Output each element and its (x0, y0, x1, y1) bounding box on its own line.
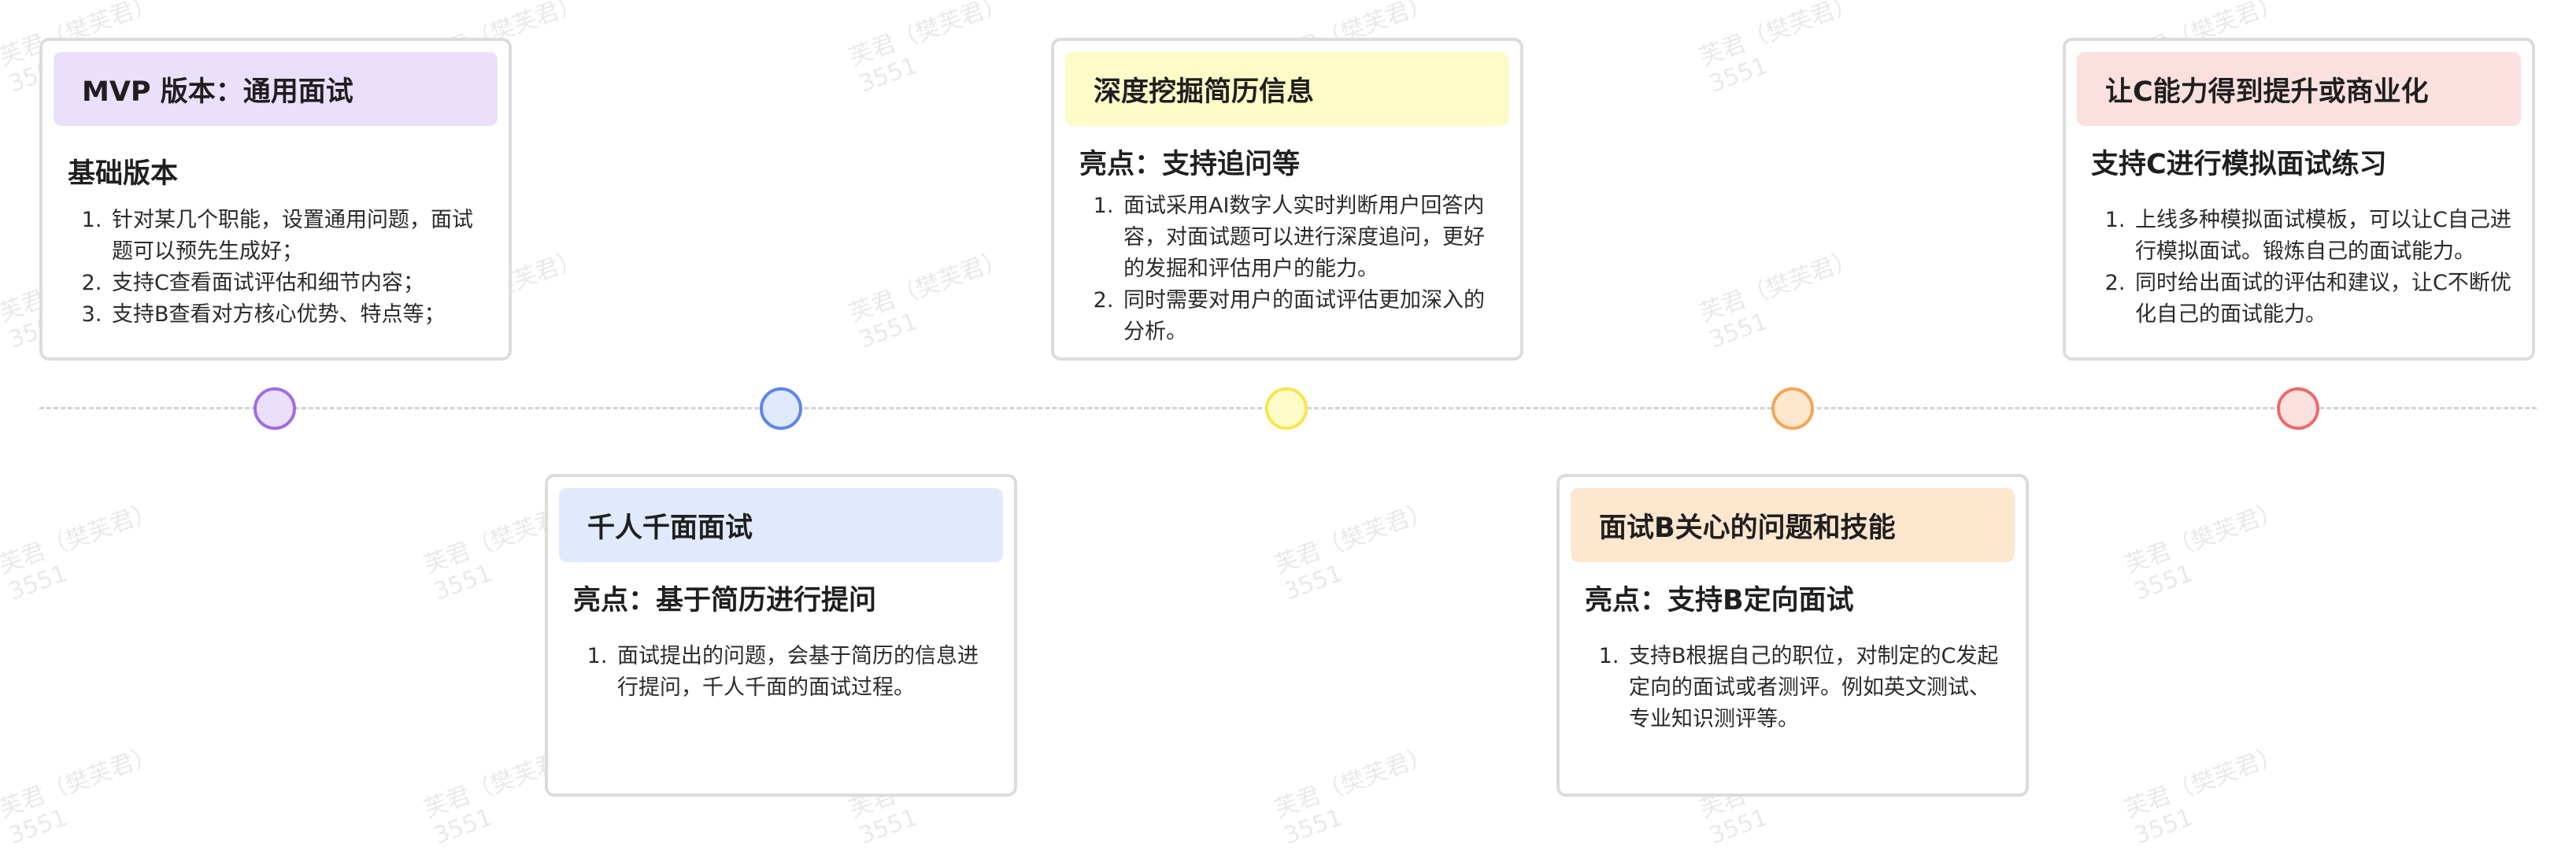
stage-title: 千人千面面试 (587, 512, 753, 544)
stage-item: 面试提出的问题，会基于简历的信息进行提问，千人千面的面试过程。 (614, 641, 995, 704)
stage-item: 支持C查看面试评估和细节内容； (109, 268, 490, 299)
watermark: 芙君（樊芙君）3551 (2121, 497, 2286, 606)
timeline-node-2 (760, 387, 802, 430)
watermark: 芙君（樊芙君）3551 (1696, 0, 1861, 98)
stage-item: 同时给出面试的评估和建议，让C不断优化自己的面试能力。 (2132, 268, 2513, 331)
stage-subtitle: 支持C进行模拟面试练习 (2091, 149, 2387, 180)
stage-item-list: 针对某几个职能，设置通用问题，面试题可以预先生成好； 支持C查看面试评估和细节内… (72, 205, 490, 331)
stage-card-header: 面试B关心的问题和技能 (1571, 488, 2015, 562)
stage-subtitle: 亮点：支持追问等 (1079, 149, 1301, 180)
stage-item: 针对某几个职能，设置通用问题，面试题可以预先生成好； (109, 205, 490, 268)
stage-item-list: 面试提出的问题，会基于简历的信息进行提问，千人千面的面试过程。 (578, 641, 995, 704)
watermark: 芙君（樊芙君）3551 (0, 497, 161, 606)
timeline-node-4 (1771, 387, 1814, 430)
stage-item-list: 上线多种模拟面试模板，可以让C自己进行模拟面试。锻炼自己的面试能力。 同时给出面… (2096, 205, 2513, 331)
stage-card-targeted: 面试B关心的问题和技能 亮点：支持B定向面试 支持B根据自己的职位，对制定的C发… (1556, 474, 2029, 797)
watermark: 芙君（樊芙君）3551 (846, 245, 1011, 354)
stage-subtitle: 基础版本 (68, 158, 179, 190)
stage-item: 同时需要对用户的面试评估更加深入的分析。 (1120, 285, 1501, 348)
watermark: 芙君（樊芙君）3551 (1271, 497, 1436, 606)
stage-subtitle: 亮点：支持B定向面试 (1585, 585, 1854, 616)
timeline-node-3 (1265, 387, 1308, 430)
stage-title: 深度挖掘简历信息 (1094, 76, 1315, 108)
stage-card-header: 让C能力得到提升或商业化 (2077, 52, 2521, 126)
stage-item-list: 面试采用AI数字人实时判断用户回答内容，对面试题可以进行深度追问，更好的发掘和评… (1084, 191, 1501, 348)
stage-item: 面试采用AI数字人实时判断用户回答内容，对面试题可以进行深度追问，更好的发掘和评… (1120, 191, 1501, 285)
stage-card-header: 千人千面面试 (559, 488, 1003, 562)
watermark: 芙君（樊芙君）3551 (846, 0, 1011, 98)
stage-item-list: 支持B根据自己的职位，对制定的C发起定向的面试或者测评。例如英文测试、专业知识测… (1590, 641, 2007, 735)
stage-subtitle: 亮点：基于简历进行提问 (573, 585, 877, 616)
stage-card-personalized: 千人千面面试 亮点：基于简历进行提问 面试提出的问题，会基于简历的信息进行提问，… (545, 474, 1017, 797)
timeline-node-1 (254, 387, 296, 430)
timeline-node-5 (2277, 387, 2319, 430)
watermark: 芙君（樊芙君）3551 (1271, 741, 1436, 850)
stage-title: 让C能力得到提升或商业化 (2105, 76, 2429, 108)
watermark: 芙君（樊芙君）3551 (0, 741, 161, 850)
stage-card-mvp: MVP 版本：通用面试 基础版本 针对某几个职能，设置通用问题，面试题可以预先生… (39, 38, 512, 361)
stage-item: 上线多种模拟面试模板，可以让C自己进行模拟面试。锻炼自己的面试能力。 (2132, 205, 2513, 268)
stage-card-commercial: 让C能力得到提升或商业化 支持C进行模拟面试练习 上线多种模拟面试模板，可以让C… (2063, 38, 2535, 361)
stage-item: 支持B查看对方核心优势、特点等； (109, 299, 490, 331)
stage-item: 支持B根据自己的职位，对制定的C发起定向的面试或者测评。例如英文测试、专业知识测… (1626, 641, 2007, 735)
stage-card-header: 深度挖掘简历信息 (1065, 52, 1509, 126)
stage-title: 面试B关心的问题和技能 (1599, 512, 1896, 544)
watermark: 芙君（樊芙君）3551 (2121, 741, 2286, 850)
stage-card-header: MVP 版本：通用面试 (54, 52, 498, 126)
watermark: 芙君（樊芙君）3551 (1696, 245, 1861, 354)
stage-card-deep-dive: 深度挖掘简历信息 亮点：支持追问等 面试采用AI数字人实时判断用户回答内容，对面… (1051, 38, 1523, 361)
stage-title: MVP 版本：通用面试 (82, 76, 353, 108)
